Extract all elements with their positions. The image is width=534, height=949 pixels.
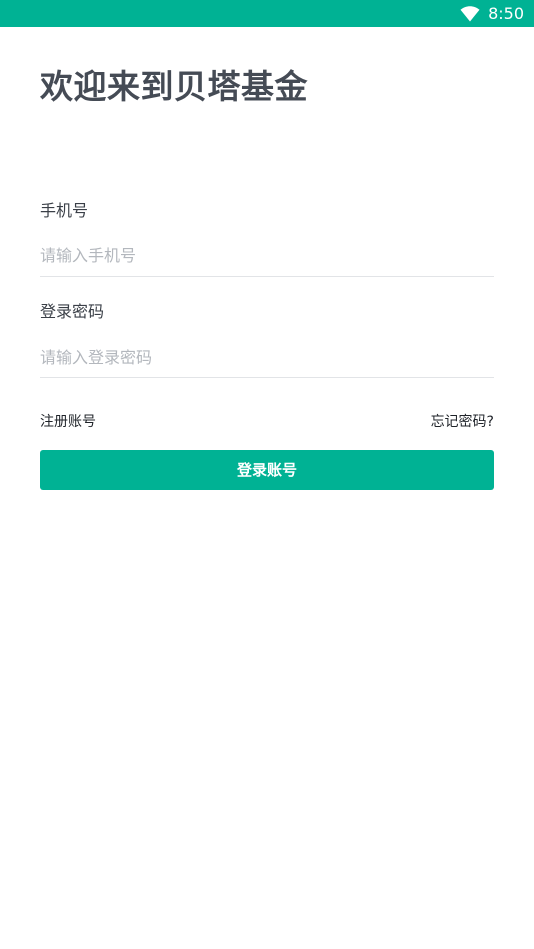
login-button[interactable]: 登录账号 bbox=[40, 450, 494, 490]
status-bar: 8:50 bbox=[0, 0, 534, 27]
status-time: 8:50 bbox=[488, 4, 524, 23]
phone-label: 手机号 bbox=[40, 201, 89, 220]
password-label: 登录密码 bbox=[40, 302, 105, 321]
phone-input[interactable] bbox=[40, 238, 494, 272]
password-input[interactable] bbox=[40, 340, 494, 374]
forgot-password-link[interactable]: 忘记密码? bbox=[431, 413, 494, 431]
phone-underline bbox=[40, 276, 494, 277]
wifi-icon bbox=[460, 5, 480, 22]
status-icons: 8:50 bbox=[460, 0, 524, 27]
register-link[interactable]: 注册账号 bbox=[40, 413, 96, 431]
page-title: 欢迎来到贝塔基金 bbox=[40, 67, 308, 106]
password-underline bbox=[40, 377, 494, 378]
